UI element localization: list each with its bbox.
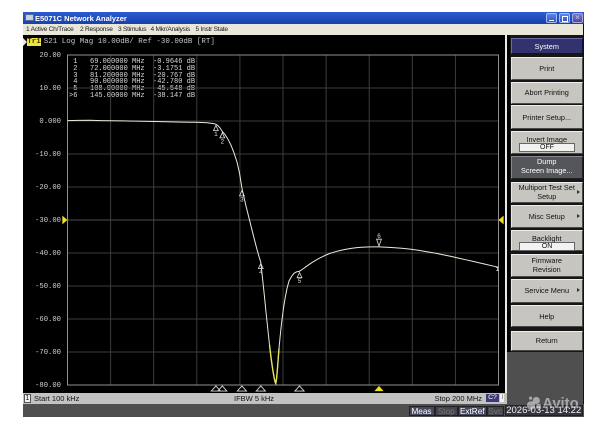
svg-text:Avito: Avito [542, 396, 578, 412]
svg-text:6: 6 [377, 233, 381, 240]
svg-text:5: 5 [298, 278, 302, 285]
svg-text:3: 3 [240, 196, 244, 203]
svg-text:2: 2 [220, 138, 224, 145]
svg-text:1: 1 [495, 266, 499, 273]
svg-text:1: 1 [214, 131, 218, 138]
svg-text:4: 4 [259, 269, 263, 276]
